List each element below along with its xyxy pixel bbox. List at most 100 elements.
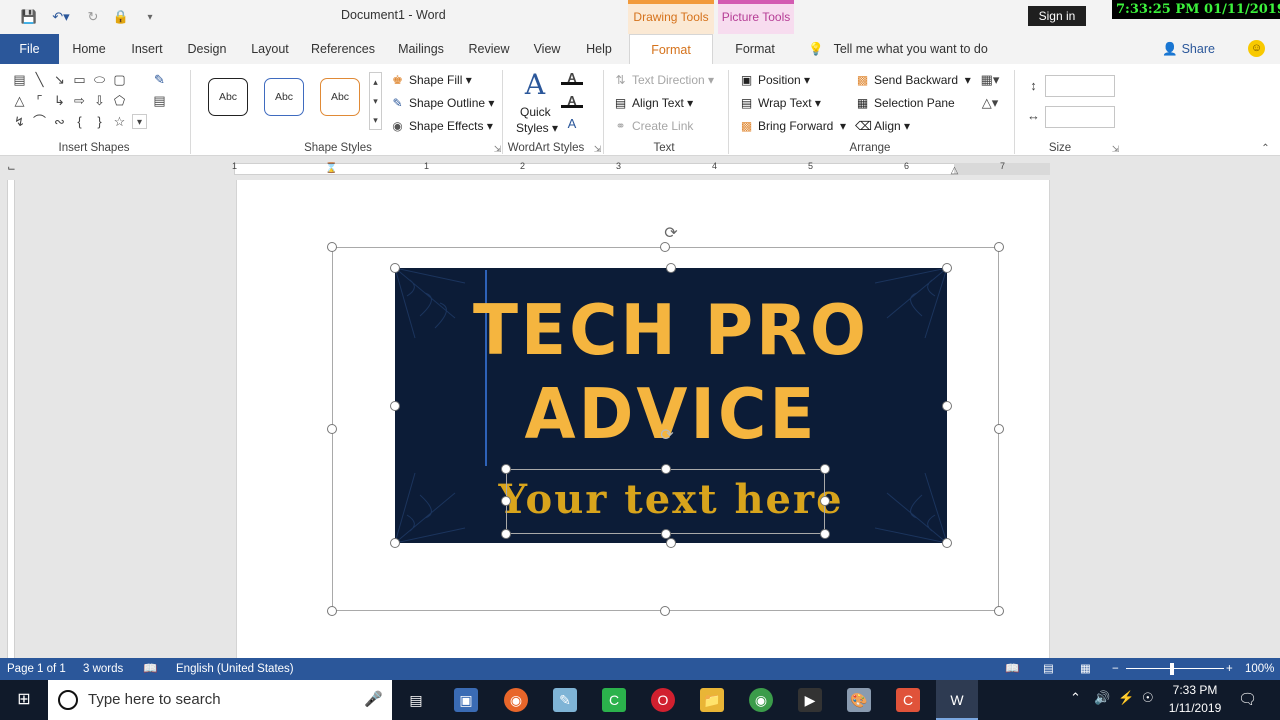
microphone-icon[interactable]: 🎤: [364, 690, 383, 708]
shape-fill-button[interactable]: ♚ Shape Fill ▾: [390, 70, 472, 90]
proofing-icon[interactable]: 📖: [143, 658, 157, 680]
language-indicator[interactable]: English (United States): [176, 658, 294, 680]
zoom-in-icon[interactable]: +: [1226, 658, 1233, 680]
shape-style-orange[interactable]: Abc: [320, 78, 360, 116]
recorder-app-icon[interactable]: C: [896, 688, 920, 712]
align-button[interactable]: ⌫ Align ▾: [855, 116, 910, 136]
resize-handle[interactable]: [327, 606, 337, 616]
rectangle-shape-icon[interactable]: ▭: [72, 72, 87, 87]
rotate-handle-icon[interactable]: ⟳: [662, 225, 680, 243]
zoom-out-icon[interactable]: −: [1112, 658, 1119, 680]
group-objects-icon[interactable]: ▦▾: [978, 72, 1002, 87]
tab-insert[interactable]: Insert: [127, 34, 167, 64]
feedback-smiley-icon[interactable]: ☺: [1248, 40, 1265, 57]
tab-review[interactable]: Review: [466, 34, 512, 64]
zoom-slider[interactable]: [1126, 668, 1224, 669]
text-direction-button[interactable]: ⇅ Text Direction ▾: [613, 70, 714, 90]
tell-me-search[interactable]: 💡 Tell me what you want to do: [808, 34, 988, 64]
rotate-objects-icon[interactable]: △▾: [978, 95, 1002, 110]
tab-format-picture[interactable]: Format: [725, 34, 785, 64]
tab-references[interactable]: References: [310, 34, 376, 64]
shape-outline-button[interactable]: ✎ Shape Outline ▾: [390, 93, 494, 113]
web-layout-icon[interactable]: ▦: [1080, 658, 1091, 680]
action-center-icon[interactable]: 🗨: [1238, 690, 1257, 708]
shape-width-input[interactable]: [1045, 106, 1115, 128]
text-fill-icon[interactable]: A: [561, 70, 583, 85]
resize-handle[interactable]: [660, 242, 670, 252]
taskbar-time[interactable]: 7:33 PM: [1166, 683, 1224, 697]
tab-mailings[interactable]: Mailings: [393, 34, 449, 64]
print-layout-icon[interactable]: ▤: [1043, 658, 1054, 680]
taskbar-search-box[interactable]: Type here to search 🎤: [48, 680, 392, 720]
shape-styles-scroll-icon[interactable]: ▴ ▾ ▾: [369, 72, 382, 130]
network-icon[interactable]: ☉: [1142, 690, 1154, 706]
textbox-shape-icon[interactable]: ▤: [12, 72, 27, 87]
pc-app-icon[interactable]: ▣: [454, 688, 478, 712]
resize-handle[interactable]: [942, 263, 952, 273]
resize-handle[interactable]: [666, 538, 676, 548]
task-view-icon[interactable]: ▤: [404, 688, 428, 712]
left-brace-shape-icon[interactable]: {: [72, 114, 87, 129]
text-effects-icon[interactable]: A: [561, 116, 583, 131]
resize-handle[interactable]: [994, 424, 1004, 434]
align-text-button[interactable]: ▤ Align Text ▾: [613, 93, 693, 113]
resize-handle[interactable]: [820, 464, 830, 474]
resize-handle[interactable]: [661, 529, 671, 539]
tab-design[interactable]: Design: [184, 34, 230, 64]
resize-handle[interactable]: [661, 464, 671, 474]
curve-shape-icon[interactable]: ∾: [52, 114, 67, 129]
resize-handle[interactable]: [666, 263, 676, 273]
edit-shape-icon[interactable]: ✎: [152, 72, 167, 87]
text-outline-icon[interactable]: A: [561, 93, 583, 108]
resize-handle[interactable]: [942, 538, 952, 548]
indent-marker-icon[interactable]: ⌛: [324, 161, 339, 176]
word-count[interactable]: 3 words: [83, 658, 123, 680]
shape-height-input[interactable]: [1045, 75, 1115, 97]
resize-handle[interactable]: [994, 606, 1004, 616]
undo-icon[interactable]: ↶▾: [48, 6, 74, 28]
right-arrow-shape-icon[interactable]: ⇨: [72, 93, 87, 108]
selection-pane-button[interactable]: ▦ Selection Pane: [855, 93, 955, 113]
resize-handle[interactable]: [327, 242, 337, 252]
right-indent-marker-icon[interactable]: △: [947, 163, 962, 178]
arrow-line-shape-icon[interactable]: ↘: [52, 72, 67, 87]
windows-start-icon[interactable]: ⊞: [12, 688, 36, 712]
resize-handle[interactable]: [660, 606, 670, 616]
opera-icon[interactable]: O: [651, 688, 675, 712]
tab-layout[interactable]: Layout: [247, 34, 293, 64]
draw-textbox-icon[interactable]: ▤: [152, 93, 167, 108]
rotate-handle-icon[interactable]: ⟳: [658, 427, 676, 445]
resize-handle[interactable]: [390, 401, 400, 411]
tab-home[interactable]: Home: [68, 34, 110, 64]
chrome-icon[interactable]: ◉: [749, 688, 773, 712]
tab-format-drawing[interactable]: Format: [629, 34, 713, 64]
bring-forward-button[interactable]: ▩ Bring Forward ▾: [739, 116, 846, 136]
quick-styles-button[interactable]: Styles ▾: [516, 118, 558, 138]
elbow-shape-icon[interactable]: ↳: [52, 93, 67, 108]
resize-handle[interactable]: [501, 496, 511, 506]
freeform-shape-icon[interactable]: ↯: [12, 114, 27, 129]
right-brace-shape-icon[interactable]: }: [92, 114, 107, 129]
share-button[interactable]: 👤 Share: [1162, 34, 1215, 64]
oval-shape-icon[interactable]: ⬭: [92, 72, 107, 87]
tab-selector-icon[interactable]: ⌙: [4, 161, 19, 176]
shape-effects-button[interactable]: ◉ Shape Effects ▾: [390, 116, 493, 136]
resize-handle[interactable]: [820, 529, 830, 539]
resize-handle[interactable]: [942, 401, 952, 411]
arc-shape-icon[interactable]: ⌒: [32, 114, 47, 129]
read-mode-icon[interactable]: 📖: [1005, 658, 1019, 680]
position-button[interactable]: ▣ Position ▾: [739, 70, 810, 90]
send-backward-button[interactable]: ▩ Send Backward ▾: [855, 70, 971, 90]
rounded-rect-shape-icon[interactable]: ▢: [112, 72, 127, 87]
shape-style-blue[interactable]: Abc: [264, 78, 304, 116]
resize-handle[interactable]: [390, 263, 400, 273]
pentagon-shape-icon[interactable]: ⬠: [112, 93, 127, 108]
resize-handle[interactable]: [390, 538, 400, 548]
shape-style-black[interactable]: Abc: [208, 78, 248, 116]
wordart-a-icon[interactable]: A: [520, 70, 550, 100]
create-link-button[interactable]: ⚭ Create Link: [613, 116, 693, 136]
word-taskbar-icon[interactable]: W: [936, 680, 978, 720]
file-explorer-icon[interactable]: 📁: [700, 688, 724, 712]
dialog-launcher-icon[interactable]: ⇲: [1108, 142, 1123, 157]
zoom-slider-thumb[interactable]: [1170, 663, 1174, 675]
